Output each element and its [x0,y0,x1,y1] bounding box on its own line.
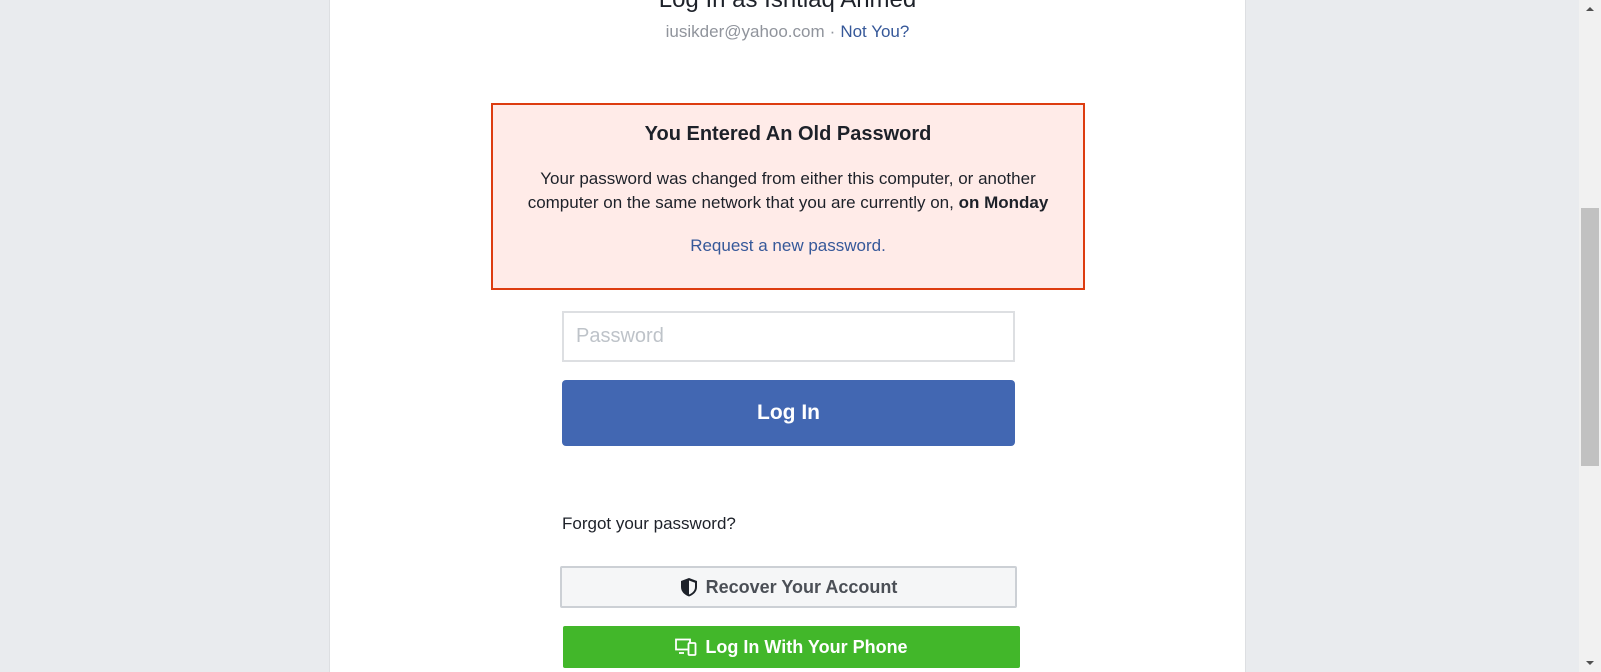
login-with-phone-label: Log In With Your Phone [705,636,908,657]
page-title: Log In as Ishtiaq Ahmed [330,0,1245,14]
vertical-scrollbar[interactable] [1579,0,1601,672]
recover-account-button[interactable]: Recover Your Account [560,566,1017,608]
scrollbar-thumb[interactable] [1581,208,1599,466]
request-new-password-link[interactable]: Request a new password. [493,236,1083,256]
forgot-password-link[interactable]: Forgot your password? [562,514,736,534]
alert-message: Your password was changed from either th… [505,167,1071,215]
recover-account-label: Recover Your Account [705,576,898,597]
alert-title: You Entered An Old Password [644,123,932,145]
login-with-phone-button[interactable]: Log In With Your Phone [563,626,1020,668]
old-password-alert: You Entered An Old Password Your passwor… [491,103,1085,290]
scroll-up-arrow-icon[interactable] [1579,0,1601,18]
not-you-link[interactable]: Not You? [840,22,909,41]
separator: · [829,22,836,41]
account-email: iusikder@yahoo.com [665,22,825,41]
shield-icon [680,577,698,597]
password-input[interactable] [562,311,1015,362]
scroll-down-arrow-icon[interactable] [1579,654,1601,672]
device-icon [675,638,697,656]
account-identity: iusikder@yahoo.com · Not You? [330,22,1245,42]
login-button[interactable]: Log In [562,380,1015,446]
alert-message-emphasis: on Monday [958,193,1049,212]
